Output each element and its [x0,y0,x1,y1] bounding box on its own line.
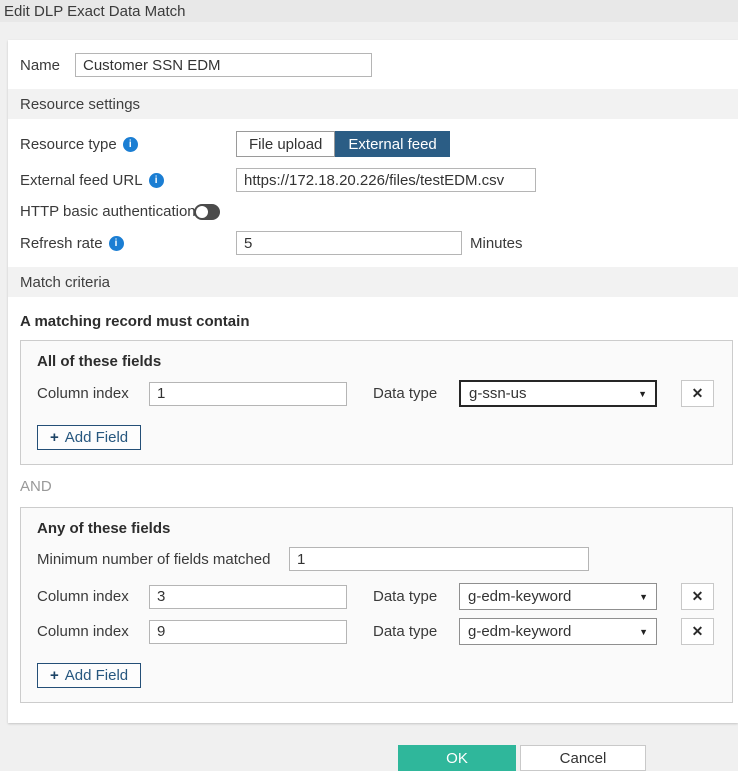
data-type-selected-value: g-edm-keyword [468,588,571,605]
data-type-selected-value: g-ssn-us [469,385,527,402]
data-type-select[interactable]: g-edm-keyword ▼ [459,583,657,610]
remove-field-button[interactable]: ✕ [681,380,714,407]
name-row: Name [20,53,738,77]
column-index-label: Column index [37,385,149,402]
column-index-input[interactable] [149,620,347,644]
resource-type-option-file-upload[interactable]: File upload [236,131,335,157]
all-fields-title: All of these fields [37,353,716,370]
chevron-down-icon: ▼ [639,592,648,602]
remove-field-button[interactable]: ✕ [681,583,714,610]
info-icon[interactable]: i [123,137,138,152]
add-field-button[interactable]: + Add Field [37,425,141,450]
resource-type-segmented: File upload External feed [236,131,450,157]
data-type-select[interactable]: g-ssn-us ▼ [459,380,657,407]
external-feed-url-row: External feed URL i [20,168,738,192]
column-index-label: Column index [37,588,149,605]
close-icon: ✕ [692,623,704,640]
dialog-actions: OK Cancel [398,745,738,771]
all-of-these-fields-box: All of these fields Column index Data ty… [20,340,733,465]
field-row: Column index Data type g-edm-keyword ▼ ✕ [37,583,716,610]
field-row: Column index Data type g-ssn-us ▼ ✕ [37,380,716,407]
chevron-down-icon: ▼ [639,627,648,637]
http-basic-auth-toggle[interactable] [194,204,220,220]
section-match-criteria: Match criteria [8,267,738,297]
minimum-fields-label: Minimum number of fields matched [37,551,289,568]
section-resource-settings-title: Resource settings [20,96,140,113]
data-type-label: Data type [373,385,459,402]
minimum-fields-row: Minimum number of fields matched [37,547,716,571]
toggle-knob [196,206,208,218]
refresh-rate-unit: Minutes [470,235,523,252]
field-row: Column index Data type g-edm-keyword ▼ ✕ [37,618,716,645]
match-criteria-subtitle: A matching record must contain [20,313,738,330]
remove-field-button[interactable]: ✕ [681,618,714,645]
page-title-bar: Edit DLP Exact Data Match [0,0,738,22]
any-of-these-fields-box: Any of these fields Minimum number of fi… [20,507,733,703]
refresh-rate-row: Refresh rate i Minutes [20,231,738,255]
section-resource-settings: Resource settings [8,89,738,119]
minimum-fields-input[interactable] [289,547,589,571]
info-icon[interactable]: i [109,236,124,251]
cancel-button[interactable]: Cancel [520,745,646,771]
data-type-selected-value: g-edm-keyword [468,623,571,640]
close-icon: ✕ [692,385,704,402]
add-field-label: Add Field [65,429,128,446]
info-icon[interactable]: i [149,173,164,188]
http-basic-auth-row: HTTP basic authentication [20,203,738,220]
column-index-label: Column index [37,623,149,640]
name-input[interactable] [75,53,372,77]
name-label: Name [20,57,75,74]
plus-icon: + [50,429,59,446]
any-fields-title: Any of these fields [37,520,716,537]
refresh-rate-input[interactable] [236,231,462,255]
edit-edm-panel: Name Resource settings Resource type i F… [8,40,738,723]
data-type-label: Data type [373,623,459,640]
resource-type-option-external-feed[interactable]: External feed [335,131,449,157]
and-operator: AND [20,478,738,495]
page-title: Edit DLP Exact Data Match [4,3,185,20]
add-field-button[interactable]: + Add Field [37,663,141,688]
add-field-label: Add Field [65,667,128,684]
column-index-input[interactable] [149,382,347,406]
resource-type-row: Resource type i File upload External fee… [20,131,738,157]
refresh-rate-label: Refresh rate [20,235,103,252]
resource-type-label: Resource type [20,136,117,153]
data-type-label: Data type [373,588,459,605]
http-basic-auth-label: HTTP basic authentication [20,203,196,220]
data-type-select[interactable]: g-edm-keyword ▼ [459,618,657,645]
section-match-criteria-title: Match criteria [20,274,110,291]
close-icon: ✕ [692,588,704,605]
chevron-down-icon: ▼ [638,389,647,399]
external-feed-url-input[interactable] [236,168,536,192]
column-index-input[interactable] [149,585,347,609]
external-feed-url-label: External feed URL [20,172,143,189]
plus-icon: + [50,667,59,684]
ok-button[interactable]: OK [398,745,516,771]
